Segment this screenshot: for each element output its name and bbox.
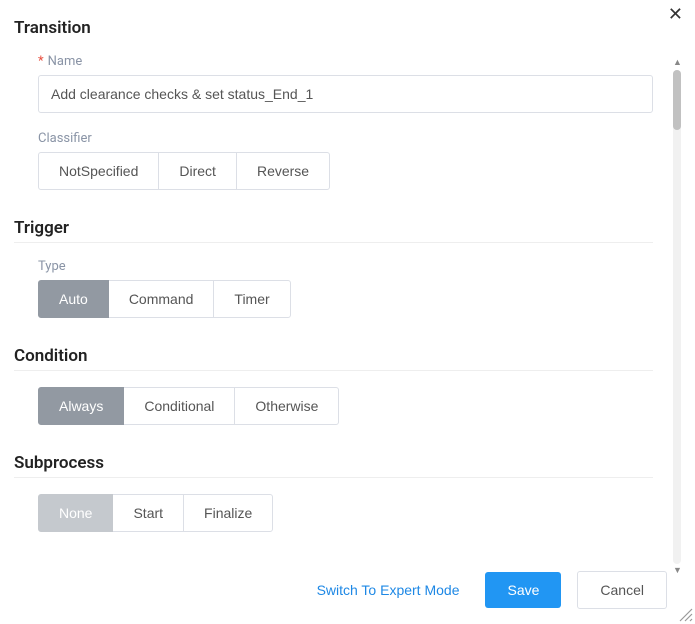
scroll-up-icon[interactable]: ▲ <box>673 58 681 68</box>
subprocess-title: Subprocess <box>14 453 653 478</box>
switch-expert-mode-button[interactable]: Switch To Expert Mode <box>307 574 470 606</box>
save-button[interactable]: Save <box>485 572 561 608</box>
subprocess-option-start[interactable]: Start <box>112 494 184 532</box>
trigger-option-timer[interactable]: Timer <box>213 280 290 318</box>
trigger-type-group: Auto Command Timer <box>38 280 653 318</box>
scroll-down-icon[interactable]: ▼ <box>673 566 681 576</box>
subprocess-option-finalize[interactable]: Finalize <box>183 494 273 532</box>
scrollbar-thumb[interactable] <box>673 70 681 130</box>
close-button[interactable]: ✕ <box>668 6 683 24</box>
classifier-label: Classifier <box>38 131 653 146</box>
condition-option-otherwise[interactable]: Otherwise <box>234 387 339 425</box>
trigger-fields: Type Auto Command Timer <box>14 259 653 318</box>
required-asterisk: * <box>38 54 44 69</box>
resize-handle-icon[interactable] <box>679 608 693 622</box>
dialog-footer: Switch To Expert Mode Save Cancel <box>14 559 667 619</box>
classifier-option-reverse[interactable]: Reverse <box>236 152 330 190</box>
condition-group: Always Conditional Otherwise <box>38 387 653 425</box>
cancel-button[interactable]: Cancel <box>577 571 667 609</box>
subprocess-fields: None Start Finalize <box>14 494 653 532</box>
name-input[interactable] <box>38 75 653 113</box>
subprocess-option-none[interactable]: None <box>38 494 113 532</box>
subprocess-group: None Start Finalize <box>38 494 653 532</box>
trigger-title: Trigger <box>14 218 653 243</box>
classifier-group: NotSpecified Direct Reverse <box>38 152 653 190</box>
condition-option-conditional[interactable]: Conditional <box>123 387 235 425</box>
condition-fields: Always Conditional Otherwise <box>14 387 653 425</box>
classifier-option-notspecified[interactable]: NotSpecified <box>38 152 159 190</box>
classifier-option-direct[interactable]: Direct <box>158 152 237 190</box>
trigger-type-label: Type <box>38 259 653 274</box>
transition-title: Transition <box>14 18 653 38</box>
dialog-content: Transition *Name Classifier NotSpecified… <box>0 0 667 619</box>
name-label: *Name <box>38 54 653 69</box>
transition-fields: *Name Classifier NotSpecified Direct Rev… <box>14 54 653 190</box>
condition-title: Condition <box>14 346 653 371</box>
trigger-option-command[interactable]: Command <box>108 280 215 318</box>
scrollbar[interactable] <box>673 70 681 564</box>
condition-option-always[interactable]: Always <box>38 387 124 425</box>
trigger-option-auto[interactable]: Auto <box>38 280 109 318</box>
